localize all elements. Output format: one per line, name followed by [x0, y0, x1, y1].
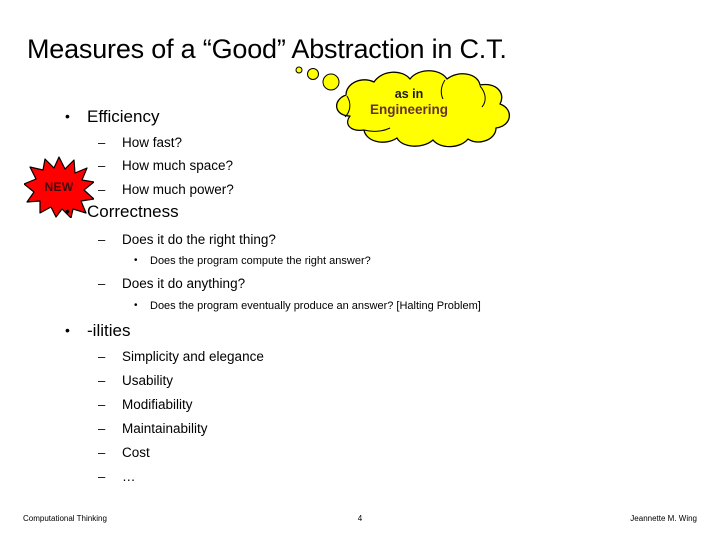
- bullet-marker: •: [134, 300, 138, 311]
- list-item-label: Modifiability: [122, 397, 193, 412]
- list-item-label: Does the program eventually produce an a…: [150, 300, 481, 312]
- list-item-label: How much power?: [122, 182, 234, 197]
- bullet-marker: –: [98, 397, 106, 412]
- footer-page-number: 4: [357, 514, 363, 523]
- bullet-marker: –: [98, 445, 106, 460]
- thought-cloud-shape: [295, 66, 510, 148]
- footer-author: Jeannette M. Wing: [630, 514, 697, 523]
- bullet-marker: –: [98, 469, 106, 484]
- thought-cloud: as in Engineering: [290, 60, 525, 152]
- list-item-label: Does it do anything?: [122, 276, 246, 291]
- new-starburst-badge: NEW: [24, 156, 94, 218]
- thought-bubble-small-2: [307, 68, 319, 80]
- bullet-marker: –: [98, 349, 106, 364]
- thought-cloud-body: [336, 70, 510, 148]
- starburst-shape: [24, 156, 94, 218]
- bullet-marker: –: [98, 232, 106, 247]
- list-item-label: Does it do the right thing?: [122, 232, 276, 247]
- bullet-marker: –: [98, 158, 106, 173]
- bullet-marker: –: [98, 135, 106, 150]
- thought-bubble-small-3: [322, 73, 340, 91]
- bullet-marker: –: [98, 421, 106, 436]
- list-item-label: Maintainability: [122, 421, 208, 436]
- list-item-label: Usability: [122, 373, 174, 388]
- list-item-label: How much space?: [122, 158, 234, 173]
- list-item-label: Simplicity and elegance: [122, 349, 264, 364]
- bullet-label-efficiency: Efficiency: [87, 107, 160, 126]
- bullet-marker: –: [98, 373, 106, 388]
- bullet-marker: –: [98, 276, 106, 291]
- slide-canvas: Measures of a “Good” Abstraction in C.T.…: [0, 0, 720, 540]
- list-item-label: How fast?: [122, 135, 183, 150]
- bullet-marker-efficiency: •: [65, 108, 70, 124]
- bullet-marker-correctness: •: [65, 203, 70, 219]
- list-item-label: …: [122, 469, 136, 484]
- list-item-label: Cost: [122, 445, 150, 460]
- bullet-marker: •: [134, 255, 138, 266]
- bullet-label-ilities: -ilities: [87, 321, 131, 340]
- bullet-label-correctness: Correctness: [87, 202, 179, 221]
- list-item-label: Does the program compute the right answe…: [150, 255, 371, 267]
- bullet-marker: –: [98, 182, 106, 197]
- bullet-marker-ilities: •: [65, 322, 70, 338]
- thought-bubble-small-1: [295, 66, 303, 74]
